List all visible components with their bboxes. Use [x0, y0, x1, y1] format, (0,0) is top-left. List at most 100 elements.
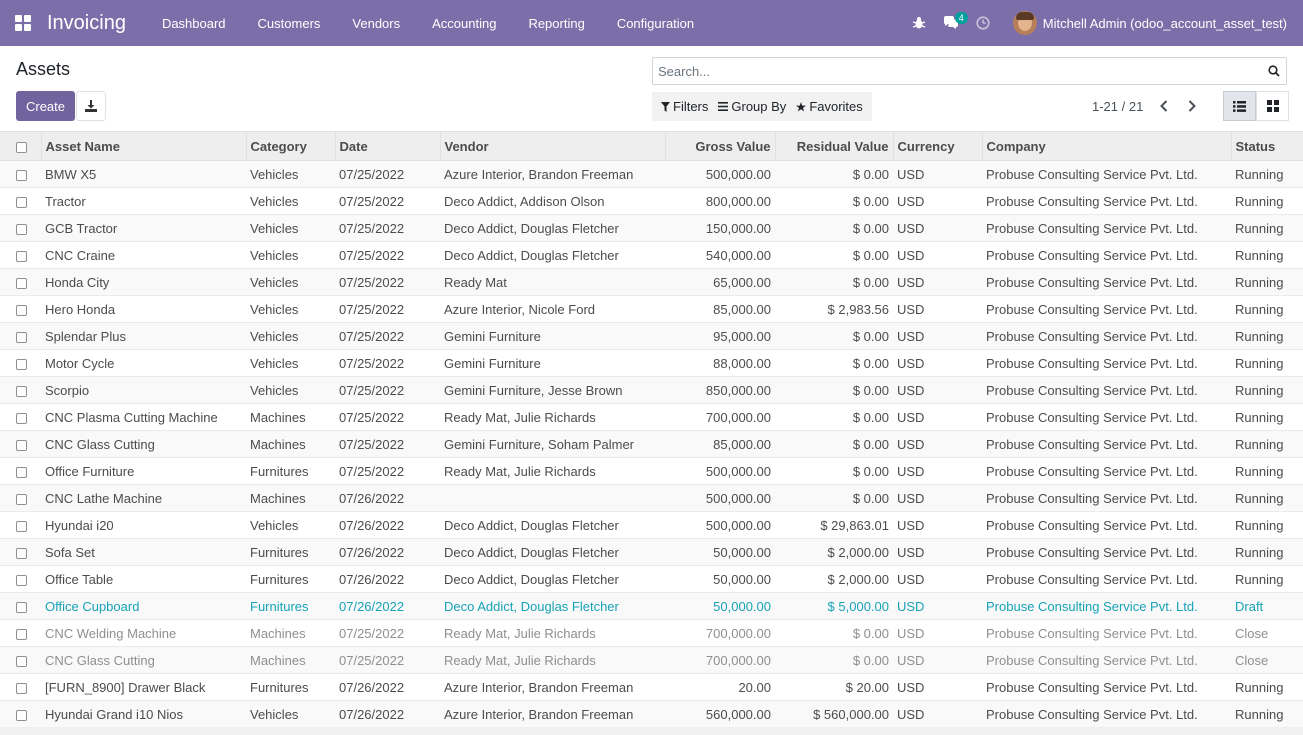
row-checkbox[interactable] [0, 161, 41, 188]
table-row[interactable]: Hyundai Grand i10 Nios Vehicles 07/26/2022… [0, 700, 1303, 728]
create-button[interactable]: Create [16, 91, 75, 121]
app-title[interactable]: Invoicing [47, 12, 126, 35]
cell-currency: USD [897, 463, 925, 479]
group-by-button[interactable]: Group By [713, 92, 791, 121]
cell-date: 07/26/2022 [339, 544, 405, 560]
menu-vendors[interactable]: Vendors [336, 0, 416, 46]
search-input[interactable] [658, 63, 1262, 79]
row-checkbox[interactable] [0, 485, 41, 512]
download-button[interactable] [76, 91, 106, 121]
pager-value[interactable]: 1-21 / 21 [1092, 99, 1143, 114]
cell-name: Hyundai Grand i10 Nios [45, 706, 184, 722]
column-header-gross-value[interactable]: Gross Value [665, 131, 776, 161]
cell-date: 07/25/2022 [339, 328, 405, 344]
table-row[interactable]: Sofa Set Furnitures 07/26/2022 Deco Addict,… [0, 538, 1303, 566]
table-row[interactable]: Scorpio Vehicles 07/25/2022 Gemini Furnitur… [0, 376, 1303, 404]
row-checkbox[interactable] [0, 701, 41, 728]
cell-vendor: Azure Interior, Brandon Freeman [444, 679, 634, 695]
table-row[interactable]: Hero Honda Vehicles 07/25/2022 Azure Interi… [0, 295, 1303, 323]
cell-gross: 700,000.00 [705, 625, 771, 641]
row-checkbox[interactable] [0, 566, 41, 593]
column-header-status[interactable]: Status [1231, 132, 1303, 161]
cell-currency: USD [897, 166, 925, 182]
table-row[interactable]: Splendar Plus Vehicles 07/25/2022 Gemini Fu… [0, 322, 1303, 350]
row-checkbox[interactable] [0, 431, 41, 458]
table-row[interactable]: Motor Cycle Vehicles 07/25/2022 Gemini Furn… [0, 349, 1303, 377]
cell-status: Running [1235, 490, 1284, 506]
table-row[interactable]: CNC Craine Vehicles 07/25/2022 Deco Addict,… [0, 241, 1303, 269]
menu-dashboard[interactable]: Dashboard [146, 0, 242, 46]
bug-icon[interactable] [903, 0, 935, 46]
column-header-company[interactable]: Company [982, 131, 1232, 161]
table-row[interactable]: CNC Welding Machine Machines 07/25/2022 Rea… [0, 619, 1303, 647]
cell-gross: 540,000.00 [705, 247, 771, 263]
user-name[interactable]: Mitchell Admin (odoo_account_asset_test) [1043, 16, 1287, 31]
pager-next-button[interactable] [1184, 98, 1200, 114]
table-row[interactable]: Office Table Furnitures 07/26/2022 Deco Add… [0, 565, 1303, 593]
user-avatar[interactable] [1012, 11, 1037, 35]
row-checkbox[interactable] [0, 593, 41, 620]
row-checkbox[interactable] [0, 512, 41, 539]
table-row[interactable]: Office Cupboard Furnitures 07/26/2022 Deco … [0, 592, 1303, 620]
column-header-residual-value[interactable]: Residual Value [775, 131, 894, 161]
cell-date: 07/26/2022 [339, 679, 405, 695]
table-row[interactable]: Honda City Vehicles 07/25/2022 Ready Mat 65,… [0, 268, 1303, 296]
cell-residual: $ 560,000.00 [813, 706, 889, 722]
row-checkbox[interactable] [0, 674, 41, 701]
pager-previous-button[interactable] [1156, 98, 1172, 114]
table-row[interactable]: CNC Glass Cutting Machines 07/25/2022 Ready… [0, 646, 1303, 674]
table-row[interactable]: Tractor Vehicles 07/25/2022 Deco Addict, Ad… [0, 187, 1303, 215]
horizontal-scrollbar[interactable] [0, 727, 1303, 735]
cell-category: Machines [250, 409, 306, 425]
chat-bubbles-icon[interactable]: 4 [935, 0, 968, 46]
cell-status: Running [1235, 382, 1284, 398]
table-row[interactable]: BMW X5 Vehicles 07/25/2022 Azure Interior, … [0, 160, 1303, 188]
favorites-button[interactable]: Favorites [791, 92, 867, 121]
row-checkbox[interactable] [0, 269, 41, 296]
column-header-date[interactable]: Date [335, 131, 441, 161]
row-checkbox[interactable] [0, 296, 41, 323]
cell-name: Motor Cycle [45, 355, 115, 371]
row-checkbox[interactable] [0, 458, 41, 485]
column-header-currency[interactable]: Currency [893, 131, 983, 161]
clock-icon[interactable] [967, 0, 999, 46]
row-checkbox[interactable] [0, 215, 41, 242]
table-row[interactable]: CNC Glass Cutting Machines 07/25/2022 Gemin… [0, 430, 1303, 458]
row-checkbox[interactable] [0, 404, 41, 431]
row-checkbox[interactable] [0, 242, 41, 269]
table-row[interactable]: Hyundai i20 Vehicles 07/26/2022 Deco Addict… [0, 511, 1303, 539]
row-checkbox[interactable] [0, 350, 41, 377]
column-header-category[interactable]: Category [246, 131, 336, 161]
cell-status: Running [1235, 301, 1284, 317]
search-icon[interactable] [1262, 65, 1286, 77]
column-header-vendor[interactable]: Vendor [440, 131, 666, 161]
cell-currency: USD [897, 544, 925, 560]
menu-configuration[interactable]: Configuration [601, 0, 710, 46]
row-checkbox[interactable] [0, 620, 41, 647]
apps-grid-icon[interactable] [0, 0, 46, 46]
cell-company: Probuse Consulting Service Pvt. Ltd. [986, 598, 1198, 614]
cell-date: 07/25/2022 [339, 274, 405, 290]
select-all-checkbox[interactable] [0, 131, 42, 161]
column-header-asset-name[interactable]: Asset Name [41, 131, 247, 161]
row-checkbox[interactable] [0, 188, 41, 215]
menu-customers[interactable]: Customers [242, 0, 337, 46]
view-switcher [1223, 91, 1289, 121]
table-row[interactable]: CNC Plasma Cutting Machine Machines 07/25/… [0, 403, 1303, 431]
kanban-view-button[interactable] [1256, 91, 1289, 121]
table-row[interactable]: CNC Lathe Machine Machines 07/26/2022 500,0… [0, 484, 1303, 512]
table-row[interactable]: GCB Tractor Vehicles 07/25/2022 Deco Addict… [0, 214, 1303, 242]
cell-company: Probuse Consulting Service Pvt. Ltd. [986, 679, 1198, 695]
cell-vendor: Deco Addict, Douglas Fletcher [444, 571, 619, 587]
cell-name: CNC Glass Cutting [45, 436, 155, 452]
table-row[interactable]: [FURN_8900] Drawer Black Furnitures 07/26/… [0, 673, 1303, 701]
filters-button[interactable]: Filters [656, 92, 713, 121]
list-view-button[interactable] [1223, 91, 1256, 121]
menu-reporting[interactable]: Reporting [512, 0, 600, 46]
row-checkbox[interactable] [0, 323, 41, 350]
row-checkbox[interactable] [0, 647, 41, 674]
row-checkbox[interactable] [0, 539, 41, 566]
table-row[interactable]: Office Furniture Furnitures 07/25/2022 Read… [0, 457, 1303, 485]
menu-accounting[interactable]: Accounting [416, 0, 512, 46]
row-checkbox[interactable] [0, 377, 41, 404]
